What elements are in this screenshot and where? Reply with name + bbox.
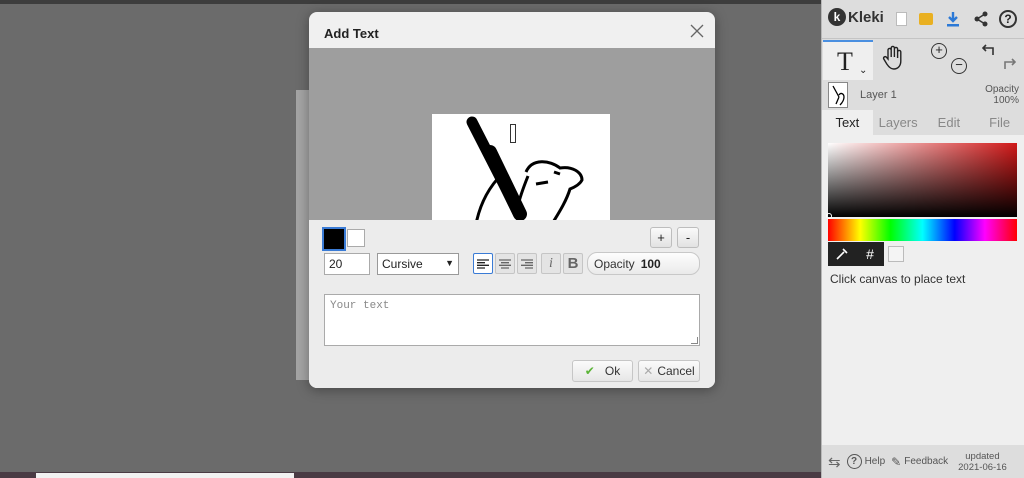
feedback-link[interactable]: ✎ Feedback — [891, 455, 948, 469]
layer-opacity-value: 100% — [993, 95, 1019, 106]
chevron-down-icon: ▼ — [445, 258, 454, 268]
font-size-input[interactable]: 20 — [324, 253, 370, 275]
hex-input-button[interactable]: # — [856, 242, 884, 266]
resize-handle[interactable] — [691, 337, 698, 344]
text-cursor — [510, 124, 516, 143]
download-icon[interactable] — [944, 10, 962, 28]
undo-icon[interactable] — [981, 43, 998, 60]
opacity-value: 100 — [640, 257, 661, 271]
text-tool-icon: T — [837, 47, 853, 76]
help-icon[interactable]: ? — [999, 10, 1017, 28]
align-left-button[interactable] — [473, 253, 493, 274]
dialog-title: Add Text — [324, 26, 379, 41]
italic-icon: i — [549, 255, 553, 271]
align-right-icon — [521, 258, 533, 269]
layer-thumbnail — [828, 82, 848, 108]
layer-row[interactable]: Layer 1 Opacity 100% — [822, 80, 1024, 110]
help-link[interactable]: ? Help — [846, 454, 886, 469]
hue-slider[interactable] — [828, 219, 1017, 241]
font-family-value: Cursive — [382, 257, 423, 271]
tool-row: T ⌄ + − — [822, 38, 1024, 80]
scrollbar-thumb[interactable] — [36, 473, 294, 478]
hand-tool-icon[interactable] — [882, 45, 906, 74]
help-link-label: Help — [864, 456, 886, 467]
new-image-icon[interactable] — [892, 10, 910, 28]
panel-footer: ⇆ ? Help ✎ Feedback updated 2021-06-16 — [822, 445, 1024, 478]
updated-info: updated 2021-06-16 — [958, 451, 1007, 473]
picker-tools: # — [828, 242, 904, 266]
ok-label: Ok — [604, 364, 621, 378]
panel-header: k Kleki ? — [822, 4, 1024, 34]
text-tool-hint: Click canvas to place text — [830, 272, 966, 286]
layer-opacity: Opacity 100% — [985, 84, 1019, 106]
add-text-dialog: Add Text + - 20 Cursive ▼ i B Opacity 10… — [309, 12, 715, 388]
bold-button[interactable]: B — [563, 253, 583, 274]
bottom-scrollbar[interactable] — [0, 472, 822, 478]
tab-text[interactable]: Text — [822, 110, 873, 135]
align-left-icon — [477, 258, 489, 269]
chevron-down-icon[interactable]: ⌄ — [859, 65, 867, 76]
tab-edit[interactable]: Edit — [924, 110, 975, 135]
text-controls: + - 20 Cursive ▼ i B Opacity 100 Your tex… — [309, 220, 715, 388]
opacity-label: Opacity — [594, 257, 635, 271]
italic-button[interactable]: i — [541, 253, 561, 274]
zoom-out-button[interactable]: - — [677, 227, 699, 248]
open-folder-icon[interactable] — [917, 10, 935, 28]
app-name: Kleki — [848, 8, 884, 26]
layer-opacity-label: Opacity — [985, 84, 1019, 95]
eyedropper-icon[interactable] — [828, 242, 856, 266]
updated-date: 2021-06-16 — [958, 461, 1007, 473]
close-icon: ✕ — [643, 364, 654, 378]
kleki-logo[interactable]: k Kleki — [828, 8, 884, 26]
updated-label: updated — [965, 450, 1000, 462]
text-input[interactable]: Your text — [324, 294, 700, 346]
zoom-in-button[interactable]: + — [650, 227, 672, 248]
zoom-in-icon[interactable]: + — [931, 43, 947, 59]
tab-layers[interactable]: Layers — [873, 110, 924, 135]
cancel-button[interactable]: ✕ Cancel — [638, 360, 700, 382]
cancel-label: Cancel — [657, 364, 695, 378]
panel-tabs: Text Layers Edit File — [822, 110, 1024, 135]
text-tool-panel: # Click canvas to place text — [822, 135, 1024, 445]
check-icon: ✔ — [584, 364, 595, 378]
feedback-link-label: Feedback — [904, 456, 949, 467]
side-panel: k Kleki ? T ⌄ + − Layer 1 Opacity 100% T… — [821, 0, 1024, 478]
preview-canvas[interactable] — [432, 114, 610, 220]
opacity-slider[interactable]: Opacity 100 — [587, 252, 700, 275]
primary-color-swatch[interactable] — [322, 227, 346, 251]
share-icon[interactable] — [972, 10, 990, 28]
ok-button[interactable]: ✔ Ok — [572, 360, 633, 382]
secondary-color-swatch[interactable] — [347, 229, 365, 247]
zoom-out-icon[interactable]: − — [951, 58, 967, 74]
text-input-placeholder: Your text — [330, 300, 390, 312]
bold-icon: B — [567, 255, 579, 272]
align-right-button[interactable] — [517, 253, 537, 274]
layer-name: Layer 1 — [860, 89, 897, 101]
swap-panel-icon[interactable]: ⇆ — [828, 453, 841, 471]
color-picker-area[interactable] — [826, 143, 1017, 219]
help-circle-icon: ? — [846, 454, 862, 469]
tab-file[interactable]: File — [974, 110, 1024, 135]
text-preview-area — [309, 48, 715, 220]
kleki-logo-icon: k — [828, 8, 846, 26]
align-center-icon — [499, 258, 511, 269]
drawing-preview — [466, 116, 584, 220]
align-center-button[interactable] — [495, 253, 515, 274]
text-tool-button[interactable]: T ⌄ — [823, 40, 873, 80]
close-icon[interactable] — [689, 23, 705, 39]
font-family-select[interactable]: Cursive ▼ — [377, 253, 459, 275]
secondary-color-swatch[interactable] — [888, 246, 904, 262]
redo-icon[interactable] — [1000, 57, 1017, 74]
feedback-icon: ✎ — [891, 454, 902, 469]
